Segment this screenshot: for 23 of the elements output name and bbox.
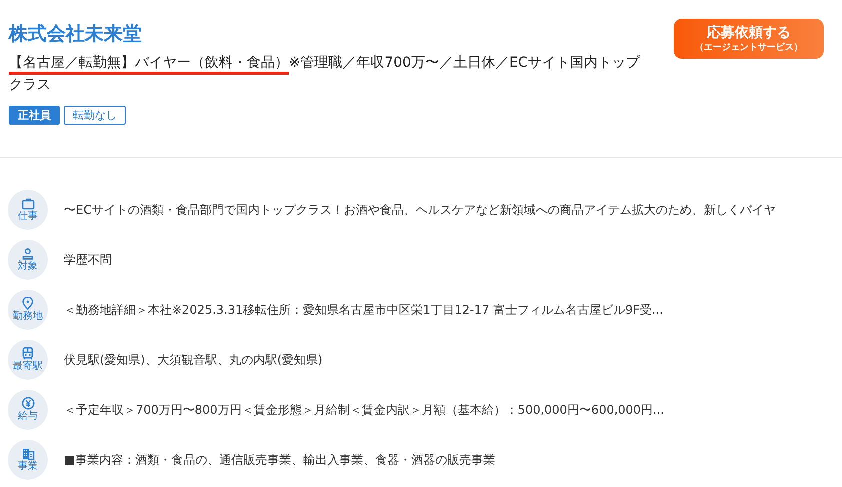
yen-coin-icon xyxy=(22,397,34,410)
detail-text: ＜勤務地詳細＞本社※2025.3.31移転住所：愛知県名古屋市中区栄1丁目12-17 富士フィルム名古屋ビル9F受... xyxy=(64,302,664,318)
job-title: 【名古屋／転勤無】バイヤー（飲料・食品）※管理職／年収700万〜／土日休／ECサイト国内トップクラス xyxy=(9,54,642,95)
category-label: 仕事 xyxy=(18,210,38,222)
train-icon xyxy=(22,347,34,360)
category-label: 勤務地 xyxy=(13,311,43,323)
person-icon xyxy=(22,248,34,260)
category-label: 給与 xyxy=(18,411,38,423)
apply-button[interactable]: 応募依頼する （エージェントサービス） xyxy=(674,19,824,59)
category-label: 対象 xyxy=(18,260,38,272)
tag: 転勤なし xyxy=(64,106,126,125)
detail-text: 伏見駅(愛知県)、大須観音駅、丸の内駅(愛知県) xyxy=(64,352,323,368)
category-label: 事業 xyxy=(18,460,38,472)
building-icon xyxy=(22,448,34,460)
map-pin-icon xyxy=(22,297,34,310)
briefcase-icon xyxy=(22,198,34,210)
detail-text: ＜予定年収＞700万円〜800万円＜賃金形態＞月給制＜賃金内訳＞月額（基本給）：500,000円〜600,000円... xyxy=(64,402,664,418)
tag: 正社員 xyxy=(9,106,60,125)
detail-text: 〜ECサイトの酒類・食品部門で国内トップクラス！お酒や食品、ヘルスケアなど新領域への商品アイテム拡大のため、新しくバイヤ xyxy=(64,202,776,218)
company-name: 株式会社未来堂 xyxy=(9,22,143,47)
detail-text: ■事業内容：酒類・食品の、通信販売事業、輸出入事業、食器・酒器の販売事業 xyxy=(64,452,496,468)
category-label: 最寄駅 xyxy=(13,361,43,373)
detail-text: 学歴不問 xyxy=(64,252,112,268)
